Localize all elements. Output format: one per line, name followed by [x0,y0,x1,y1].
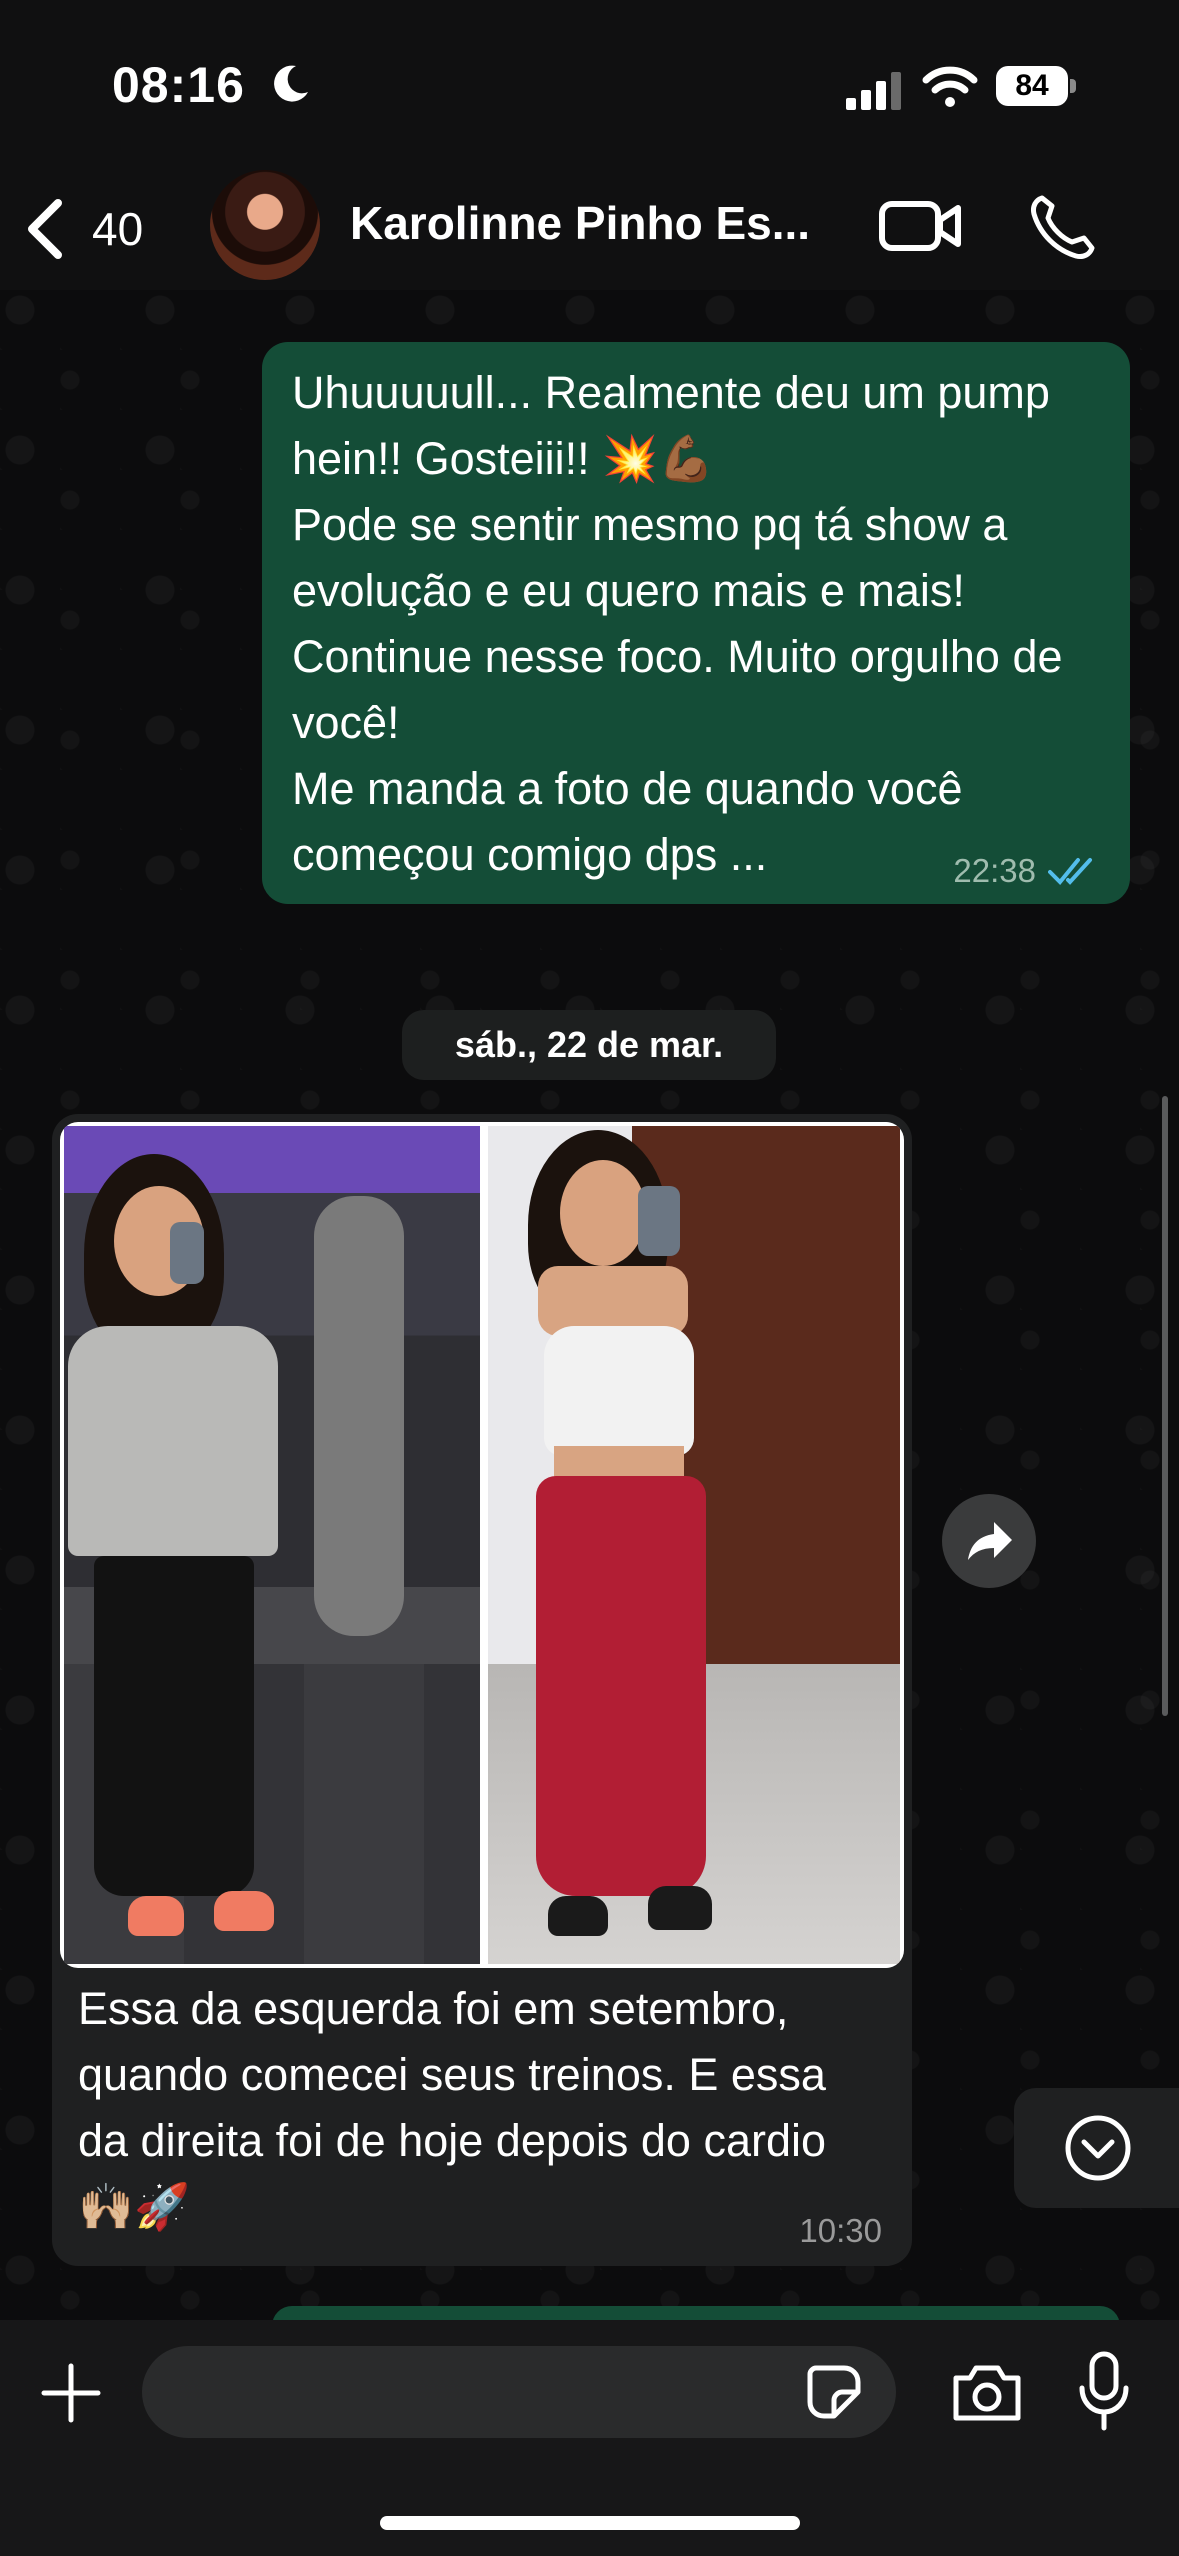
scroll-to-bottom-button[interactable] [1014,2088,1179,2208]
outgoing-message-text: Uhuuuuull... Realmente deu um pump hein!… [292,367,1063,880]
scrollbar[interactable] [1162,1096,1168,1716]
message-input[interactable] [142,2346,896,2438]
back-button[interactable]: 40 [22,194,172,264]
back-chevron-icon [28,199,62,259]
moon-icon [274,65,308,102]
camera-icon[interactable] [950,2360,1024,2424]
photo-before [64,1126,480,1964]
status-bar: 08:16 84 [0,0,1179,170]
avatar[interactable] [210,170,320,280]
shoe [548,1896,608,1936]
contact-name[interactable]: Karolinne Pinho Es... [350,196,810,250]
outgoing-message-time: 22:38 [953,852,1036,889]
face [560,1160,646,1266]
status-time: 08:16 [112,57,245,113]
wifi-icon [922,66,978,107]
shoe [214,1891,274,1931]
shoe [648,1886,712,1930]
date-separator: sáb., 22 de mar. [402,1010,776,1080]
shoe [128,1896,184,1936]
gray-shirt [68,1326,278,1556]
phone-prop [638,1186,680,1256]
sticker-icon[interactable] [804,2362,864,2422]
signal-icon [846,72,901,110]
forward-icon [968,1522,1012,1560]
battery-level: 84 [996,66,1068,106]
black-leggings [94,1556,254,1896]
background-person [314,1196,404,1636]
input-bar [0,2320,1179,2556]
battery-tip [1070,79,1076,93]
incoming-message-caption: Essa da esquerda foi em setembro, quando… [78,1983,839,2232]
battery-icon: 84 [996,66,1078,110]
outgoing-message-meta: 22:38 [953,852,1100,890]
mic-icon[interactable] [1076,2350,1132,2434]
read-ticks-icon [1048,858,1092,885]
video-call-icon[interactable] [878,196,962,256]
phone-icon[interactable] [1028,192,1098,262]
photo-after [488,1126,900,1964]
incoming-message-time: 10:30 [799,2212,882,2249]
unread-count: 40 [92,203,144,255]
forward-button[interactable] [942,1494,1036,1588]
home-indicator [380,2516,800,2530]
outgoing-message[interactable]: Uhuuuuull... Realmente deu um pump hein!… [262,342,1130,904]
white-top [544,1326,694,1456]
chat-header: 40 Karolinne Pinho Es... [0,170,1179,290]
plus-icon[interactable] [38,2360,104,2426]
chevron-down-icon [1065,2115,1131,2181]
red-leggings [536,1476,706,1896]
phone-prop [170,1222,204,1284]
incoming-message[interactable]: Essa da esquerda foi em setembro, quando… [52,1114,912,2266]
message-photo[interactable] [60,1122,904,1968]
